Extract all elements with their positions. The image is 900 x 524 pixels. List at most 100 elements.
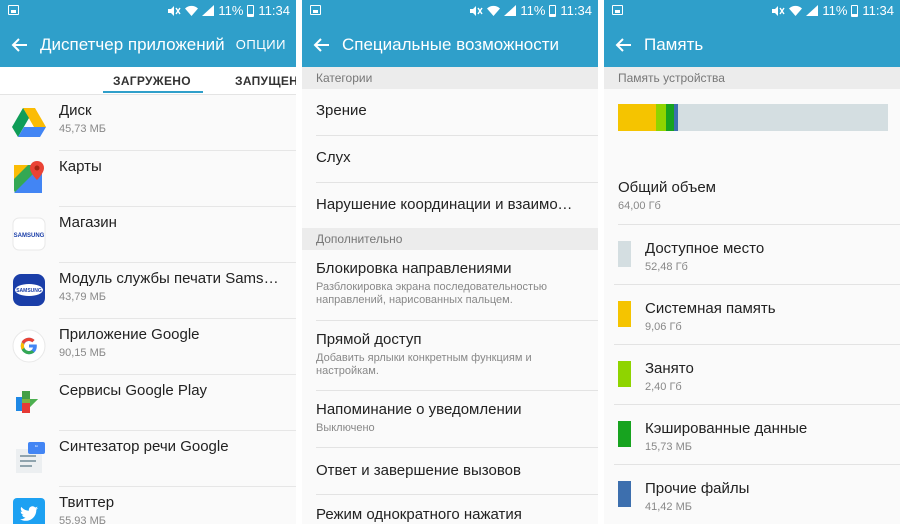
app-size: 45,73 МБ [59,123,106,135]
app-row-maps[interactable]: Карты [0,151,296,207]
memory-row-used[interactable]: Занято 2,40 Гб [614,345,900,405]
twitter-icon [13,498,45,524]
memory-bar-segment-1 [656,104,667,131]
google-drive-icon [12,108,46,137]
battery-icon [851,4,859,17]
google-tts-icon: “ [16,442,45,473]
page-title: Специальные возможности [342,34,560,54]
battery-percent: 11% [520,3,546,18]
app-name: Сервисы Google Play [59,382,208,399]
wifi-icon [487,5,501,16]
memory-value: 2,40 Гб [645,381,682,393]
section-header-more: Дополнительно [302,228,598,250]
setting-label: Напоминание о уведомлении [316,401,522,418]
setting-item-dexterity[interactable]: Нарушение координации и взаимодействия [316,183,598,228]
app-bar: Диспетчер приложений ОПЦИИ [0,22,296,67]
clock: 11:34 [258,3,290,18]
memory-usage-bar-container [604,89,900,165]
section-header-categories: Категории [302,67,598,89]
app-name: Магазин [59,214,117,231]
back-arrow-icon[interactable] [312,35,332,55]
tab-running[interactable]: ЗАПУЩЕН [235,74,296,88]
setting-label: Блокировка направлениями [316,260,512,277]
setting-item-direction-lock[interactable]: Блокировка направлениями Разблокировка э… [316,250,598,321]
mute-icon [470,5,483,16]
memory-value: 41,42 МБ [645,501,692,513]
app-name: Диск [59,102,92,119]
app-bar: Специальные возможности [302,22,598,67]
gallery-notification-icon [612,5,623,15]
app-row-play-services[interactable]: Сервисы Google Play [0,375,296,431]
setting-label: Зрение [316,102,367,119]
back-arrow-icon[interactable] [614,35,634,55]
app-name: Приложение Google [59,326,200,343]
page-title: Диспетчер приложений [40,34,225,54]
memory-row-available[interactable]: Доступное место 52,48 Гб [614,225,900,285]
wifi-icon [789,5,803,16]
options-button[interactable]: ОПЦИИ [236,37,286,52]
setting-item-answer-end-calls[interactable]: Ответ и завершение вызовов [316,448,598,495]
memory-label: Кэшированные данные [645,420,808,437]
app-name: Синтезатор речи Google [59,438,229,455]
memory-total-row: Общий объем 64,00 Гб [618,165,900,225]
setting-item-direct-access[interactable]: Прямой доступ Добавить ярлыки конкретным… [316,321,598,391]
app-row-google[interactable]: Приложение Google 90,15 МБ [0,319,296,375]
tab-downloaded[interactable]: ЗАГРУЖЕНО [103,74,203,93]
signal-icon [806,5,819,16]
setting-label: Слух [316,149,351,166]
app-name: Твиттер [59,494,115,511]
signal-icon [202,5,215,16]
app-row-store[interactable]: SAMSUNG Магазин [0,207,296,263]
setting-description: Выключено [316,422,375,434]
app-row-twitter[interactable]: Твиттер 55,93 МБ [0,487,296,524]
setting-description: Разблокировка экрана последовательностью… [316,281,548,306]
setting-label: Режим однократного нажатия [316,506,522,523]
memory-row-cached[interactable]: Кэшированные данные 15,73 МБ [614,405,900,465]
memory-label: Прочие файлы [645,480,750,497]
page-title: Память [644,34,704,54]
setting-label: Нарушение координации и взаимодействия [316,196,578,213]
memory-row-other-files[interactable]: Прочие файлы 41,42 МБ [614,465,900,524]
app-row-samsung-print[interactable]: SAMSUNG Модуль службы печати Samsung 43,… [0,263,296,319]
setting-item-hearing[interactable]: Слух [316,136,598,183]
color-swatch [618,361,631,387]
memory-label: Системная память [645,300,776,317]
clock: 11:34 [862,3,894,18]
back-arrow-icon[interactable] [10,35,30,55]
battery-icon [247,4,255,17]
setting-item-single-tap[interactable]: Режим однократного нажатия [316,495,598,524]
app-row-tts[interactable]: “ Синтезатор речи Google [0,431,296,487]
app-name: Модуль службы печати Samsung [59,270,284,287]
setting-label: Ответ и завершение вызовов [316,462,521,479]
svg-text:SAMSUNG: SAMSUNG [14,233,45,239]
memory-value: 9,06 Гб [645,321,682,333]
battery-percent: 11% [218,3,244,18]
signal-icon [504,5,517,16]
memory-screen: 11% 11:34 Память Память устройства Общий… [604,0,900,524]
section-header-device-memory: Память устройства [604,67,900,89]
memory-bar-segment-2 [666,104,675,131]
setting-label: Прямой доступ [316,331,422,348]
memory-bar-segment-4 [678,104,888,131]
app-size: 43,79 МБ [59,291,106,303]
memory-total-label: Общий объем [618,179,716,196]
status-bar: 11% 11:34 [604,0,900,22]
google-play-services-icon [16,391,38,413]
gallery-notification-icon [8,5,19,15]
memory-bar-segment-0 [618,104,657,131]
svg-text:“: “ [35,444,38,453]
app-list: Диск 45,73 МБ Карты SAMSUNG Магазин SAMS… [0,95,296,524]
memory-row-system[interactable]: Системная память 9,06 Гб [614,285,900,345]
memory-value: 15,73 МБ [645,441,692,453]
status-bar: 11% 11:34 [302,0,598,22]
google-maps-icon [14,161,44,193]
clock: 11:34 [560,3,592,18]
samsung-store-icon: SAMSUNG [12,217,46,251]
app-row-drive[interactable]: Диск 45,73 МБ [0,95,296,151]
tab-bar: ЗАГРУЖЕНО ЗАПУЩЕН [0,67,296,95]
setting-item-notification-reminder[interactable]: Напоминание о уведомлении Выключено [316,391,598,448]
mute-icon [772,5,785,16]
memory-value: 52,48 Гб [645,261,688,273]
setting-item-vision[interactable]: Зрение [316,89,598,136]
memory-usage-bar [618,104,888,131]
